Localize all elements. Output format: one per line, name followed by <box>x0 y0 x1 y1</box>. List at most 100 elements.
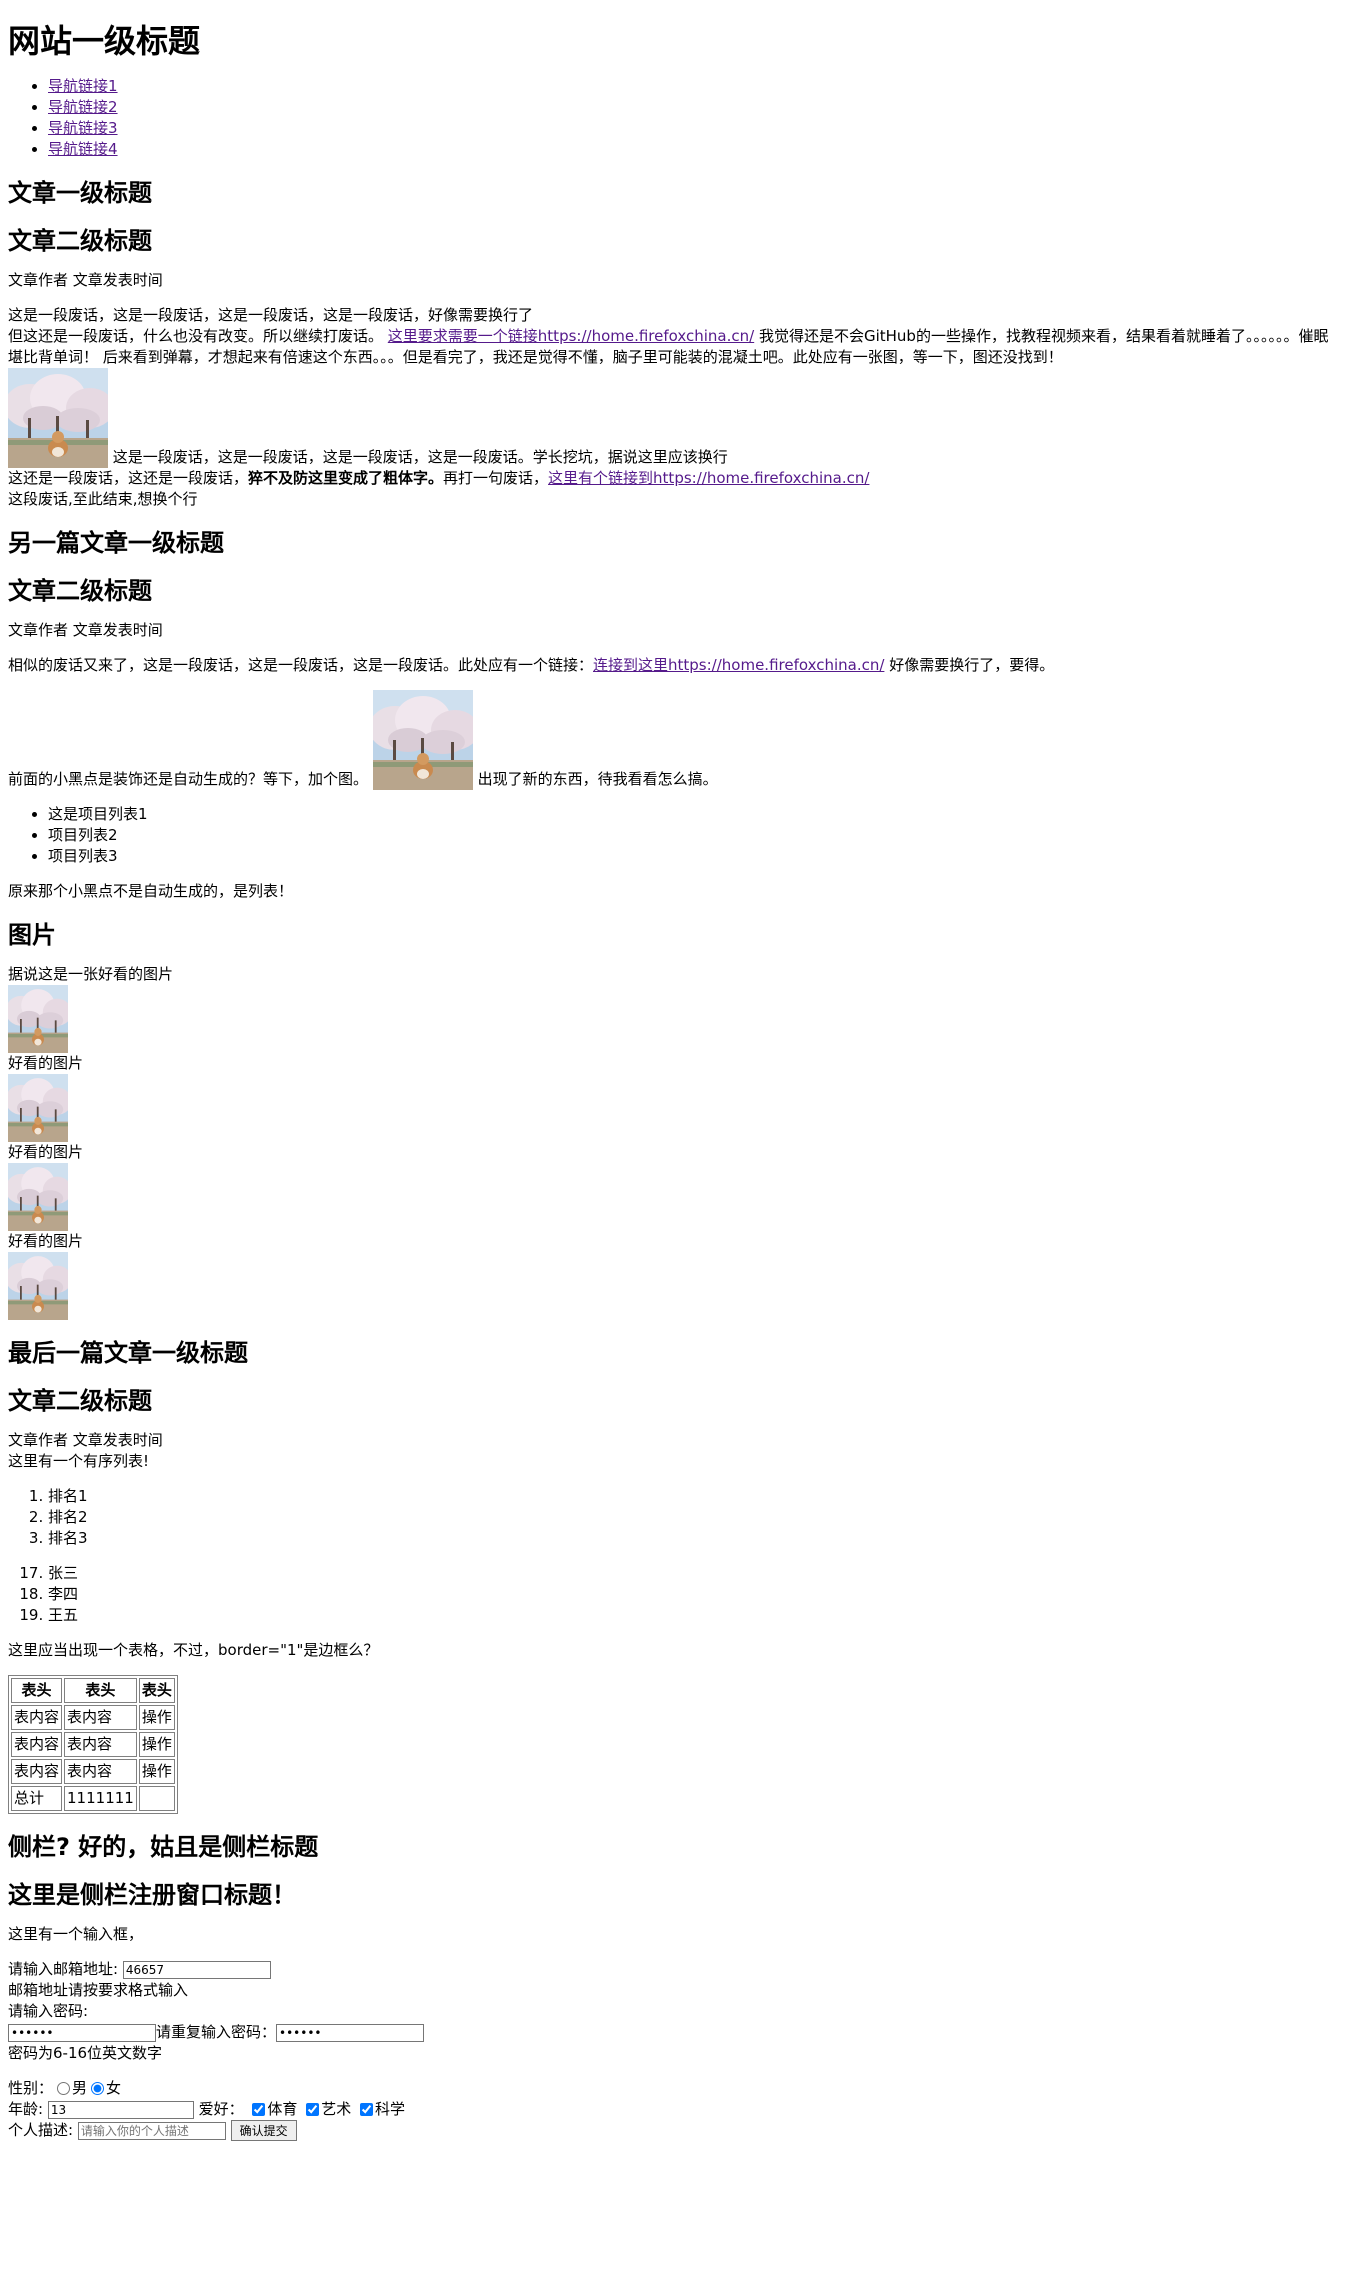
age-hobby-row: 年龄: 爱好： 体育 艺术 科学 <box>8 2099 1340 2120</box>
article-link[interactable]: 这里有个链接到https://home.firefoxchina.cn/ <box>548 469 869 487</box>
table-cell: 表内容 <box>11 1759 63 1784</box>
gallery-image <box>8 1163 68 1231</box>
body-text: 但这还是一段废话，什么也没有改变。所以继续打废话。 <box>8 327 384 345</box>
table-cell-action: 操作 <box>138 1759 175 1784</box>
nav-link-1[interactable]: 导航链接1 <box>48 77 118 95</box>
table-cell: 1111111 <box>64 1786 137 1811</box>
sakura-cat-image <box>8 368 108 468</box>
table-row: 表内容 表内容 操作 <box>11 1732 175 1757</box>
password-input[interactable] <box>8 2024 156 2042</box>
hobby-science-checkbox[interactable] <box>360 2103 374 2116</box>
gallery-title: 图片 <box>8 921 56 949</box>
email-hint: 邮箱地址请按要求格式输入 <box>8 1981 189 1999</box>
article-subtitle: 文章二级标题 <box>8 227 152 255</box>
article-link[interactable]: 这里要求需要一个链接https://home.firefoxchina.cn/ <box>388 327 754 345</box>
article-body: 相似的废话又来了，这是一段废话，这是一段废话，这是一段废话。此处应有一个链接：连… <box>8 655 1340 676</box>
gender-male-radio[interactable] <box>57 2082 71 2095</box>
hobby-art-checkbox[interactable] <box>306 2103 320 2116</box>
body-text: 这还是一段废话，这还是一段废话， <box>8 469 249 487</box>
bullet-list: 这是项目列表1 项目列表2 项目列表3 <box>8 804 1340 867</box>
article-title: 另一篇文章一级标题 <box>8 529 224 557</box>
image-caption: 好看的图片 <box>8 1143 84 1161</box>
description-input[interactable] <box>77 2122 226 2140</box>
submit-button[interactable]: 确认提交 <box>230 2120 297 2141</box>
body-text: 再打一句废话， <box>443 469 549 487</box>
desc-row: 个人描述: 确认提交 <box>8 2120 1340 2141</box>
article-3: 最后一篇文章一级标题 文章二级标题 文章作者 文章发表时间 这里有一个有序列表!… <box>8 1338 1340 1814</box>
password-repeat-input[interactable] <box>276 2024 425 2042</box>
table-row: 表内容 表内容 操作 <box>11 1705 175 1730</box>
sakura-cat-image <box>373 690 473 790</box>
register-title: 这里是侧栏注册窗口标题！ <box>8 1881 296 1909</box>
body-text: 前面的小黑点是装饰还是自动生成的？等下，加个图。 <box>8 770 369 788</box>
body-text: 出现了新的东西，待我看看怎么搞。 <box>477 770 718 788</box>
gender-label: 性别： <box>8 2079 54 2097</box>
nav-link-3[interactable]: 导航链接3 <box>48 119 118 137</box>
article-title: 文章一级标题 <box>8 179 152 207</box>
nav-link-2[interactable]: 导航链接2 <box>48 98 118 116</box>
bold-text: 猝不及防这里变成了粗体字。 <box>248 469 444 487</box>
list-item: 项目列表3 <box>48 846 1340 867</box>
data-table: 表头 表头 表头 表内容 表内容 操作 表内容 表内容 操作 表内容 表内容 操… <box>8 1675 178 1814</box>
register-form: 请输入邮箱地址: 邮箱地址请按要求格式输入 请输入密码: 请重复输入密码： 密码… <box>8 1959 1340 2141</box>
list-item: 排名1 <box>48 1486 1340 1507</box>
nav-link-4[interactable]: 导航链接4 <box>48 140 118 158</box>
table-cell: 表内容 <box>64 1705 137 1730</box>
gender-row: 性别： 男女 <box>8 2078 1340 2099</box>
table-cell: 表内容 <box>11 1732 63 1757</box>
table-cell: 表内容 <box>64 1759 137 1784</box>
table-header: 表头 <box>64 1678 137 1703</box>
body-text: 相似的废话又来了，这是一段废话，这是一段废话，这是一段废话。此处应有一个链接： <box>8 656 594 674</box>
table-header-row: 表头 表头 表头 <box>11 1678 175 1703</box>
age-label: 年龄: <box>8 2100 44 2118</box>
ordered-list: 张三 李四 王五 <box>8 1563 1340 1626</box>
list-item: 这是项目列表1 <box>48 804 1340 825</box>
email-input[interactable] <box>122 1961 271 1979</box>
gender-male-label: 男 <box>72 2079 88 2097</box>
table-cell: 表内容 <box>11 1705 63 1730</box>
article-link[interactable]: 连接到这里https://home.firefoxchina.cn/ <box>593 656 884 674</box>
list-item: 张三 <box>48 1563 1340 1584</box>
nav-list: 导航链接1 导航链接2 导航链接3 导航链接4 <box>8 76 1340 160</box>
hobby-sports-checkbox[interactable] <box>252 2103 266 2116</box>
gallery-image <box>8 1252 68 1320</box>
site-title: 网站一级标题 <box>8 22 201 60</box>
body-text: 这段废话,至此结束,想换个行 <box>8 490 198 508</box>
nav-item: 导航链接1 <box>48 76 1340 97</box>
article-meta: 文章作者 文章发表时间 <box>8 1431 163 1449</box>
list-item: 项目列表2 <box>48 825 1340 846</box>
list-item: 李四 <box>48 1584 1340 1605</box>
nav-item: 导航链接2 <box>48 97 1340 118</box>
body-text: 这是一段废话，这是一段废话，这是一段废话，这是一段废话。学长挖坑，据说这里应该换… <box>112 448 728 466</box>
table-cell: 表内容 <box>64 1732 137 1757</box>
gallery-image <box>8 985 68 1053</box>
gallery-image <box>8 1074 68 1142</box>
gender-female-radio[interactable] <box>91 2082 105 2095</box>
desc-label: 个人描述: <box>8 2121 74 2139</box>
table-cell: 总计 <box>11 1786 63 1811</box>
gallery-intro: 据说这是一张好看的图片 <box>8 965 174 983</box>
article-subtitle: 文章二级标题 <box>8 1387 152 1415</box>
article-body: 前面的小黑点是装饰还是自动生成的？等下，加个图。 出现了新的东西，待我看看怎么搞… <box>8 690 1340 790</box>
age-stepper[interactable] <box>47 2101 194 2119</box>
article-title: 最后一篇文章一级标题 <box>8 1339 248 1367</box>
article-meta: 文章作者 文章发表时间 <box>8 271 163 289</box>
sidebar-title: 侧栏? 好的，姑且是侧栏标题 <box>8 1833 319 1861</box>
article-meta: 文章作者 文章发表时间 <box>8 621 163 639</box>
email-label: 请输入邮箱地址: <box>8 1960 119 1978</box>
hobby-art-label: 艺术 <box>321 2100 352 2118</box>
table-header: 表头 <box>11 1678 63 1703</box>
gender-female-label: 女 <box>106 2079 122 2097</box>
body-text: 好像需要换行了，要得。 <box>889 656 1055 674</box>
hobby-sports-label: 体育 <box>267 2100 298 2118</box>
list-item: 排名2 <box>48 1507 1340 1528</box>
ordered-list: 排名1 排名2 排名3 <box>8 1486 1340 1549</box>
password-row: 请重复输入密码： <box>8 2022 1340 2043</box>
body-text: 原来那个小黑点不是自动生成的，是列表！ <box>8 882 294 900</box>
password-label: 请输入密码: <box>8 2002 89 2020</box>
table-cell-empty <box>138 1786 175 1811</box>
table-intro: 这里应当出现一个表格，不过，border="1"是边框么？ <box>8 1641 379 1659</box>
list-item: 王五 <box>48 1605 1340 1626</box>
hobby-label: 爱好： <box>198 2100 244 2118</box>
ordered-list-intro: 这里有一个有序列表! <box>8 1452 150 1470</box>
